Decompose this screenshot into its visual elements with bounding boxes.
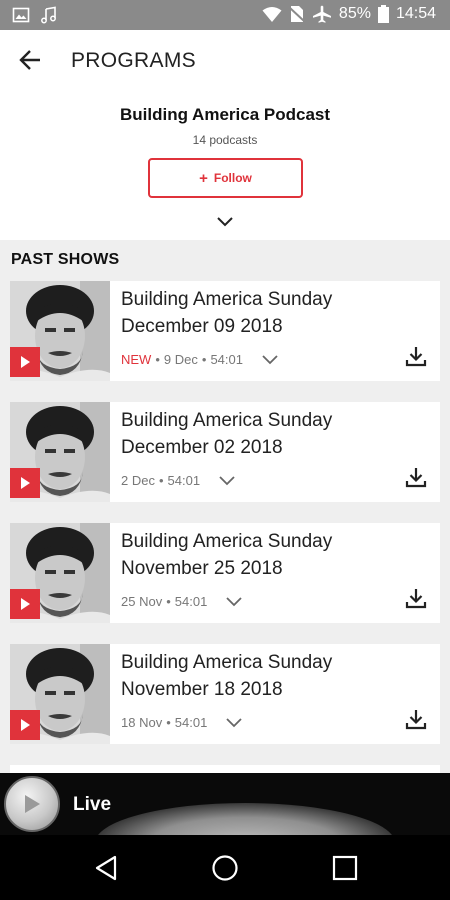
episode-card[interactable]: Building America Sunday November 25 2018…: [10, 523, 440, 623]
meta-separator: •: [155, 352, 160, 367]
mini-player[interactable]: Live: [0, 773, 450, 835]
play-icon: [21, 477, 30, 489]
episode-duration: 54:01: [210, 352, 243, 367]
chevron-down-icon[interactable]: [218, 475, 236, 487]
episode-title: Building America Sunday December 02 2018: [121, 410, 333, 458]
chevron-down-icon[interactable]: [225, 717, 243, 729]
podcast-count: 14 podcasts: [192, 133, 258, 147]
episode-duration: 54:01: [174, 594, 208, 609]
meta-separator: •: [158, 473, 164, 488]
play-icon: [21, 356, 30, 368]
arrow-left-icon: [19, 50, 40, 70]
battery-icon: [377, 5, 389, 23]
play-icon: [25, 795, 40, 813]
play-icon: [21, 719, 30, 731]
chevron-down-icon: [217, 217, 233, 227]
episode-thumbnail[interactable]: [10, 402, 110, 502]
play-button[interactable]: [10, 710, 40, 740]
status-bar: 85% 14:54: [0, 0, 450, 30]
meta-separator: •: [201, 352, 207, 367]
nav-back-button[interactable]: [92, 853, 122, 883]
player-avatar[interactable]: [4, 776, 60, 832]
episode-card[interactable]: Building America Sunday December 02 2018…: [10, 402, 440, 502]
triangle-back-icon: [95, 855, 117, 881]
music-icon: [41, 6, 56, 24]
new-badge: NEW: [121, 352, 152, 367]
episode-card[interactable]: Building America Sunday December 09 2018…: [10, 281, 440, 381]
wifi-icon: [262, 6, 282, 22]
episode-card[interactable]: Building America Sunday November 18 2018…: [10, 644, 440, 744]
episode-title: Building America Sunday November 18 2018: [121, 652, 333, 700]
download-button[interactable]: [405, 587, 427, 609]
player-background: [95, 803, 395, 835]
episode-date: 18 Nov: [121, 715, 163, 730]
airplane-icon: [312, 5, 331, 23]
square-recents-icon: [332, 855, 358, 881]
battery-percentage: 85%: [338, 5, 371, 22]
download-button[interactable]: [405, 708, 427, 730]
episode-title: Building America Sunday December 09 2018: [121, 289, 333, 337]
episode-date: 2 Dec: [121, 473, 155, 488]
episode-duration: 54:01: [174, 715, 208, 730]
nav-recents-button[interactable]: [330, 853, 360, 883]
episode-date: 9 Dec: [163, 352, 198, 367]
episode-duration: 54:01: [167, 473, 201, 488]
episode-meta: 2 Dec • 54:01: [121, 473, 236, 488]
episode-thumbnail[interactable]: [10, 644, 110, 744]
clock: 14:54: [395, 5, 436, 22]
play-button[interactable]: [10, 347, 40, 377]
podcast-header: Building America Podcast 14 podcasts + F…: [0, 90, 450, 240]
podcast-title: Building America Podcast: [119, 105, 331, 124]
chevron-down-icon[interactable]: [225, 596, 243, 608]
plus-icon: +: [199, 169, 208, 187]
episode-thumbnail[interactable]: [10, 523, 110, 623]
follow-button[interactable]: + Follow: [148, 158, 303, 198]
circle-home-icon: [212, 855, 238, 881]
episode-title: Building America Sunday November 25 2018: [121, 531, 333, 579]
download-icon: [405, 468, 427, 488]
download-icon: [405, 347, 427, 367]
player-label: Live: [73, 794, 112, 815]
back-button[interactable]: [16, 46, 46, 74]
download-button[interactable]: [405, 345, 427, 367]
no-sim-icon: [289, 6, 305, 22]
expand-header-button[interactable]: [215, 214, 235, 228]
download-button[interactable]: [405, 466, 427, 488]
download-icon: [405, 710, 427, 730]
meta-separator: •: [166, 594, 171, 609]
meta-separator: •: [166, 715, 171, 730]
image-icon: [12, 7, 30, 23]
page-title: PROGRAMS: [71, 49, 196, 72]
episode-date: 25 Nov: [121, 594, 163, 609]
play-button[interactable]: [10, 468, 40, 498]
nav-home-button[interactable]: [210, 853, 240, 883]
episode-meta: 25 Nov • 54:01: [121, 594, 243, 609]
app-bar: PROGRAMS: [0, 30, 450, 90]
chevron-down-icon[interactable]: [261, 354, 279, 366]
download-icon: [405, 589, 427, 609]
episode-meta: 18 Nov • 54:01: [121, 715, 243, 730]
section-title: PAST SHOWS: [11, 251, 120, 268]
play-button[interactable]: [10, 589, 40, 619]
play-icon: [21, 598, 30, 610]
navigation-bar: [0, 835, 450, 900]
follow-label: Follow: [213, 171, 252, 185]
episode-meta: NEW • 9 Dec • 54:01: [121, 352, 279, 367]
episode-thumbnail[interactable]: [10, 281, 110, 381]
